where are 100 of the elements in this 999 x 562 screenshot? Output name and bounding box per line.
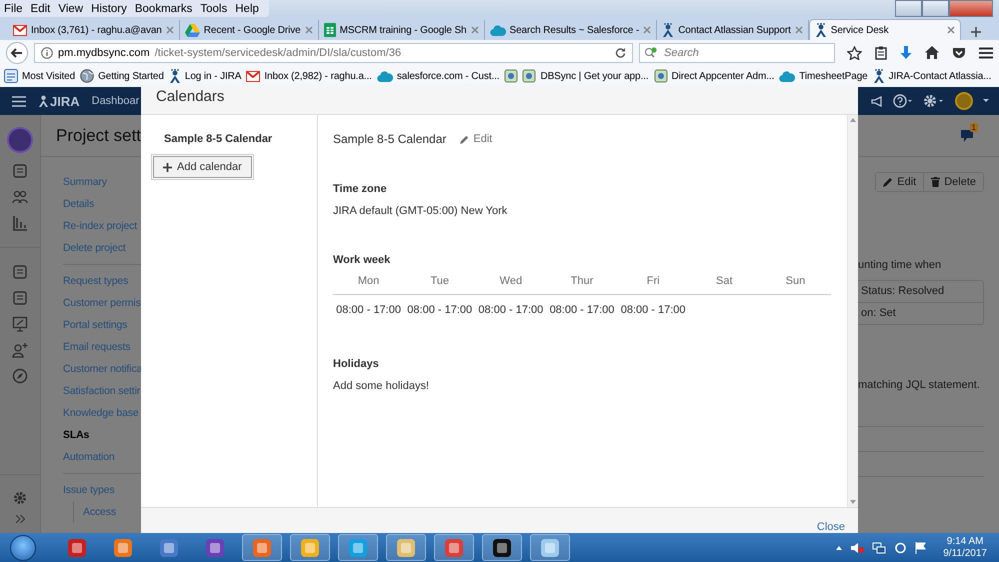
star-icon[interactable] bbox=[847, 46, 862, 60]
figure-icon bbox=[872, 68, 885, 84]
tab-title: Recent - Google Drive bbox=[204, 24, 301, 36]
triangle-icon bbox=[184, 24, 200, 36]
close-icon[interactable] bbox=[470, 26, 479, 34]
bookmark[interactable]: Direct Appcenter Adm... bbox=[654, 69, 774, 83]
home-icon[interactable] bbox=[925, 46, 939, 59]
app-icon bbox=[159, 538, 179, 558]
monitor-icon[interactable] bbox=[12, 316, 28, 332]
help-icon[interactable] bbox=[893, 94, 913, 108]
clock-time[interactable]: 9:14 AM bbox=[946, 536, 984, 548]
download-icon[interactable] bbox=[900, 46, 912, 60]
calendar-name: Sample 8-5 Calendar bbox=[333, 132, 446, 146]
avatar[interactable] bbox=[955, 92, 973, 110]
maximize-button[interactable] bbox=[922, 0, 949, 17]
day-header: Mon bbox=[333, 275, 404, 295]
add-calendar-button[interactable]: Add calendar bbox=[153, 156, 252, 178]
project-avatar[interactable] bbox=[7, 127, 33, 153]
megaphone-icon[interactable] bbox=[871, 96, 883, 106]
flag-icon[interactable] bbox=[915, 542, 928, 554]
back-button[interactable] bbox=[6, 42, 28, 64]
bookmark[interactable]: salesforce.com - Cust... bbox=[376, 70, 500, 82]
app-icon bbox=[444, 538, 464, 558]
clock-date[interactable]: 9/11/2017 bbox=[943, 548, 987, 560]
cloud-icon bbox=[376, 70, 393, 82]
calendar-list-item[interactable]: Sample 8-5 Calendar bbox=[164, 133, 272, 145]
bookmark-label: Direct Appcenter Adm... bbox=[672, 70, 774, 82]
minimize-button[interactable] bbox=[895, 0, 922, 17]
search-field[interactable]: Search bbox=[639, 42, 835, 62]
menu-icon[interactable] bbox=[979, 46, 993, 58]
plus-icon bbox=[163, 162, 172, 172]
clipboard-icon[interactable] bbox=[875, 46, 887, 60]
app-icon bbox=[504, 69, 518, 83]
speaker-icon[interactable] bbox=[850, 542, 864, 554]
notification-icon[interactable] bbox=[960, 128, 973, 142]
url-host: pm.mydbsync.com bbox=[58, 46, 150, 58]
close-icon[interactable] bbox=[643, 26, 652, 34]
description-text: unting time when bbox=[858, 259, 942, 271]
bookmark-label: TimesheetPage bbox=[799, 70, 868, 82]
start-button[interactable] bbox=[10, 534, 36, 560]
figure-icon bbox=[814, 22, 827, 38]
bookmark-label: JIRA-Contact Atlassia... bbox=[888, 70, 992, 82]
add-user-icon[interactable] bbox=[12, 342, 28, 358]
menu-item[interactable]: Tools bbox=[196, 2, 232, 14]
bar-chart-icon[interactable] bbox=[12, 215, 28, 231]
menu-item[interactable]: File bbox=[0, 2, 27, 14]
dialog-title: Calendars bbox=[156, 88, 224, 105]
figure-icon bbox=[38, 94, 49, 108]
menu-item[interactable]: Help bbox=[231, 2, 263, 14]
scrollbar[interactable] bbox=[847, 115, 858, 507]
close-link[interactable]: Close bbox=[816, 521, 845, 533]
bookmark[interactable]: DBSync | Get your app... bbox=[504, 69, 649, 83]
reload-icon[interactable] bbox=[615, 47, 626, 58]
plus-icon[interactable] bbox=[970, 27, 981, 37]
pocket-icon[interactable] bbox=[952, 46, 966, 58]
menu-item[interactable]: History bbox=[87, 2, 131, 14]
queue-icon[interactable] bbox=[12, 264, 28, 280]
page-title: Project sett bbox=[56, 126, 142, 146]
chevron-up-icon[interactable] bbox=[836, 546, 842, 550]
edit-link[interactable]: Edit bbox=[460, 133, 492, 145]
bookmark[interactable]: Log in - JIRA bbox=[168, 68, 242, 84]
day-header: Fri bbox=[618, 275, 689, 295]
close-icon[interactable] bbox=[946, 26, 955, 34]
scroll-down-icon[interactable] bbox=[850, 500, 856, 504]
bookmark[interactable]: TimesheetPage bbox=[779, 70, 868, 82]
close-icon[interactable] bbox=[304, 26, 313, 34]
day-header: Tue bbox=[404, 275, 476, 295]
document-icon[interactable] bbox=[12, 163, 28, 179]
bookmark[interactable]: Most Visited bbox=[4, 69, 76, 83]
browser-tab[interactable]: Service Desk bbox=[808, 19, 961, 40]
info-icon[interactable] bbox=[41, 46, 53, 58]
taskbar-button[interactable] bbox=[482, 534, 522, 561]
network-icon[interactable] bbox=[872, 542, 886, 554]
close-icon[interactable] bbox=[166, 26, 174, 34]
menu-item[interactable]: View bbox=[54, 2, 88, 14]
bookmark[interactable]: Getting Started bbox=[80, 69, 164, 83]
working-hours: 08:00 - 17:00 bbox=[406, 303, 474, 316]
holidays-text: Add some holidays! bbox=[333, 380, 430, 392]
sidebar-link[interactable]: SLAs bbox=[63, 424, 142, 446]
bookmark[interactable]: JIRA-Contact Atlassia... bbox=[872, 68, 992, 84]
scroll-up-icon[interactable] bbox=[850, 118, 856, 122]
list-icon bbox=[4, 69, 18, 83]
action-button[interactable]: Delete bbox=[923, 173, 983, 191]
close-button[interactable] bbox=[949, 0, 993, 17]
description-text: matching JQL statement. bbox=[858, 379, 981, 391]
tab-title: MSCRM training - Google Sh bbox=[340, 24, 467, 36]
menu-item[interactable]: Edit bbox=[26, 2, 54, 14]
nav-link[interactable]: Dashboar bbox=[92, 95, 140, 107]
tab-title: Inbox (3,761) - raghu.a@avan bbox=[31, 24, 162, 36]
compass-icon[interactable] bbox=[12, 368, 28, 384]
settings-icon[interactable] bbox=[923, 94, 945, 108]
pages-icon[interactable] bbox=[12, 290, 28, 306]
address-bar[interactable]: pm.mydbsync.com /ticket-system/servicedesk/admin/DI/sla/custom/36 bbox=[34, 42, 633, 62]
app-icon bbox=[300, 538, 320, 558]
bookmark-label: Most Visited bbox=[22, 70, 76, 82]
close-icon[interactable] bbox=[794, 26, 803, 34]
caret-icon[interactable] bbox=[983, 99, 989, 103]
people-icon[interactable] bbox=[12, 189, 28, 205]
menu-item[interactable]: Bookmarks bbox=[130, 2, 196, 14]
expand-icon[interactable] bbox=[16, 515, 24, 523]
